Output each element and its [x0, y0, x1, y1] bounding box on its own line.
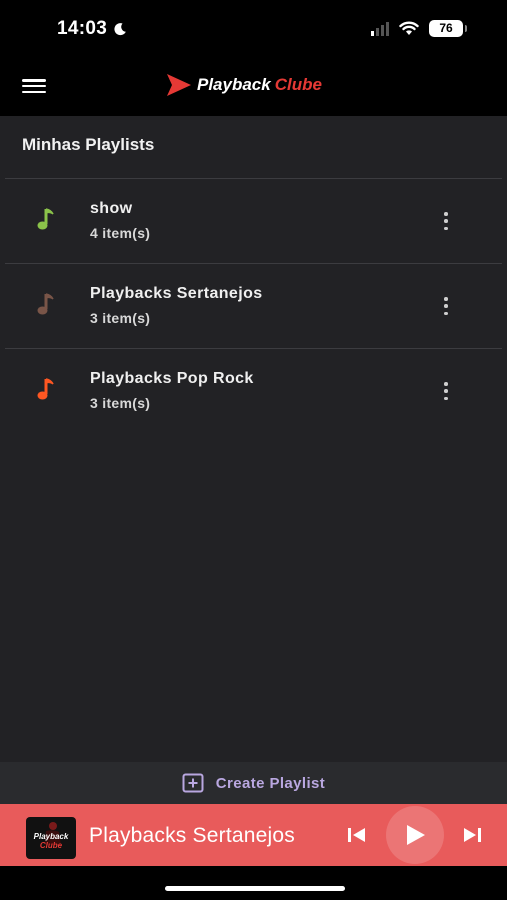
album-thumbnail: Playback Clube	[26, 817, 76, 859]
add-box-icon	[182, 773, 204, 793]
page-title: Minhas Playlists	[22, 135, 155, 154]
music-note-icon	[37, 378, 54, 400]
play-icon	[407, 825, 425, 845]
mini-player[interactable]: Playback Clube Playbacks Sertanejos	[0, 804, 507, 866]
playlist-name: Playbacks Sertanejos	[90, 285, 263, 302]
brand-logo: Playback Clube	[165, 72, 322, 98]
battery-icon: 76	[429, 20, 467, 37]
playlist-item[interactable]: Playbacks Pop Rock 3 item(s)	[0, 349, 507, 433]
more-vertical-icon[interactable]	[440, 295, 452, 317]
status-indicators: 76	[371, 20, 467, 37]
brand-name-part1: Playback	[197, 75, 271, 94]
cellular-signal-icon	[371, 21, 389, 36]
moon-icon	[114, 23, 126, 36]
playlist-name: Playbacks Pop Rock	[90, 370, 254, 387]
music-note-icon	[37, 293, 54, 315]
playlist-count: 4 item(s)	[90, 225, 151, 241]
playlist-name: show	[90, 200, 133, 217]
playlist-count: 3 item(s)	[90, 395, 151, 411]
status-bar: 14:03 76	[0, 0, 507, 58]
hamburger-icon[interactable]	[22, 77, 46, 95]
playlist-count: 3 item(s)	[90, 310, 151, 326]
playlist-item[interactable]: show 4 item(s)	[0, 179, 507, 263]
create-playlist-button[interactable]: Create Playlist	[0, 762, 507, 804]
bottom-safe-area	[0, 866, 507, 900]
thumbnail-logo: Playback Clube	[33, 832, 69, 850]
battery-level: 76	[439, 21, 453, 35]
skip-previous-icon[interactable]	[346, 825, 368, 845]
wifi-icon	[399, 21, 419, 35]
status-time-label: 14:03	[57, 18, 108, 39]
play-button[interactable]	[386, 806, 444, 864]
now-playing-title: Playbacks Sertanejos	[89, 824, 295, 847]
music-note-icon	[37, 208, 54, 230]
skip-next-icon[interactable]	[461, 825, 483, 845]
home-indicator[interactable]	[165, 886, 345, 891]
brand-name-part2: Clube	[274, 75, 322, 94]
app-header: Playback Clube	[0, 58, 507, 116]
create-playlist-label: Create Playlist	[215, 774, 326, 792]
play-logo-icon	[167, 74, 191, 96]
playlist-screen: Minhas Playlists show 4 item(s) Playback…	[0, 116, 507, 762]
brand-name: Playback Clube	[197, 75, 322, 95]
more-vertical-icon[interactable]	[440, 380, 452, 402]
more-vertical-icon[interactable]	[440, 210, 452, 232]
playlist-item[interactable]: Playbacks Sertanejos 3 item(s)	[0, 264, 507, 348]
status-time: 14:03	[57, 18, 127, 40]
